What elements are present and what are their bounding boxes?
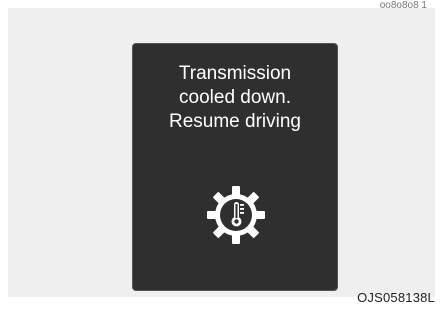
top-figure-code: oo8o8o8 1	[379, 0, 427, 11]
message-line-3: Resume driving	[169, 111, 301, 132]
figure-code: OJS058138L	[357, 290, 435, 305]
transmission-temperature-gear-icon	[207, 186, 265, 244]
message-line-2: cooled down.	[179, 87, 291, 108]
cluster-warning-display: Transmission cooled down. Resume driving	[132, 43, 338, 291]
figure-panel: oo8o8o8 1 Transmission cooled down. Resu…	[8, 0, 435, 297]
message-line-1: Transmission	[178, 63, 292, 84]
